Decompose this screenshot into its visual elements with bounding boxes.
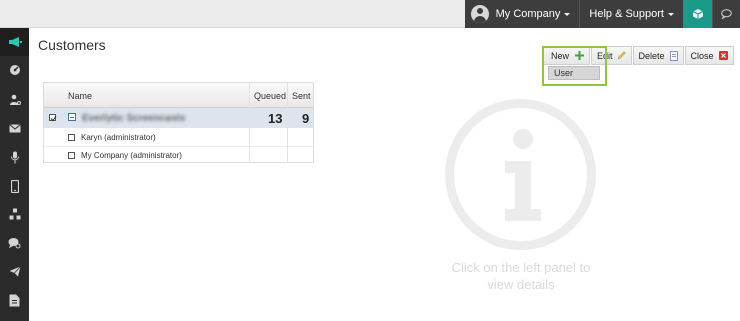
- column-divider: [249, 83, 250, 162]
- company-menu-button[interactable]: My Company: [464, 0, 581, 28]
- delete-label: Delete: [638, 50, 665, 61]
- document-delete-icon: [669, 50, 678, 61]
- table-row[interactable]: Karyn (administrator): [44, 128, 313, 147]
- new-button[interactable]: New: [542, 46, 591, 65]
- page-title: Customers: [38, 37, 106, 53]
- row-checkbox[interactable]: [68, 152, 75, 159]
- delete-button[interactable]: Delete: [632, 46, 684, 65]
- collapse-toggle[interactable]: [68, 113, 76, 121]
- top-bar-actions: My Company Help & Support: [464, 0, 740, 28]
- header-name[interactable]: Name: [68, 83, 92, 108]
- sidebar-item-sms[interactable]: [0, 172, 29, 200]
- mobile-phone-icon: [10, 179, 19, 193]
- caret-down-icon: [668, 12, 674, 16]
- sidebar-item-send[interactable]: [0, 257, 29, 285]
- megaphone-icon: [8, 37, 22, 47]
- chat-button[interactable]: [712, 0, 740, 28]
- sidebar-item-social[interactable]: [0, 229, 29, 257]
- sidebar: [0, 28, 29, 321]
- top-bar: My Company Help & Support: [0, 0, 740, 28]
- paper-plane-icon: [9, 265, 21, 276]
- help-support-button[interactable]: Help & Support: [580, 0, 683, 28]
- row-name: My Company (administrator): [81, 150, 182, 160]
- sidebar-item-voice[interactable]: [0, 143, 29, 171]
- checkbox[interactable]: [49, 114, 57, 122]
- group-name: Everlytic Screencasts: [82, 112, 186, 124]
- header-sent[interactable]: Sent: [292, 83, 311, 108]
- pencil-icon: [617, 51, 626, 60]
- row-name: Karyn (administrator): [81, 132, 156, 142]
- customers-grid: Name Queued Sent Everlytic Screencasts 1…: [43, 82, 314, 163]
- group-queued: 13: [268, 110, 283, 126]
- column-divider: [287, 83, 288, 162]
- group-row[interactable]: Everlytic Screencasts 13 9: [44, 108, 313, 128]
- close-button[interactable]: Close: [684, 46, 734, 65]
- row-checkbox[interactable]: [68, 134, 75, 141]
- document-report-icon: [9, 294, 20, 306]
- close-label: Close: [690, 50, 714, 61]
- user-key-icon: [9, 94, 21, 105]
- sidebar-item-reports[interactable]: [0, 286, 29, 314]
- dashboard-gauge-icon: [9, 65, 20, 75]
- info-icon: [445, 99, 596, 250]
- chat-gear-icon: [8, 238, 21, 249]
- group-sent: 9: [302, 110, 310, 126]
- sidebar-item-users[interactable]: [0, 86, 29, 114]
- header-queued[interactable]: Queued: [254, 83, 286, 108]
- action-toolbar: New Edit Delete Close: [542, 46, 734, 65]
- info-line-1: Click on the left panel to: [451, 260, 591, 275]
- table-row[interactable]: My Company (administrator): [44, 147, 313, 163]
- envelope-icon: [8, 123, 21, 132]
- dropdown-item-label: User: [554, 68, 574, 78]
- checkmark-icon: [50, 115, 57, 122]
- edit-button[interactable]: Edit: [591, 46, 632, 65]
- sidebar-item-campaigns[interactable]: [0, 28, 29, 56]
- new-dropdown-item-user[interactable]: User: [548, 66, 600, 80]
- plus-icon: [575, 51, 585, 60]
- caret-down-icon: [564, 12, 571, 16]
- sidebar-item-email[interactable]: [0, 114, 29, 142]
- grid-header: Name Queued Sent: [44, 83, 313, 108]
- avatar-icon: [470, 5, 489, 23]
- sidebar-item-dashboard[interactable]: [0, 56, 29, 84]
- cube-button[interactable]: [683, 0, 712, 28]
- new-label: New: [551, 50, 570, 61]
- edit-label: Edit: [597, 50, 613, 61]
- chat-bubble-icon: [721, 9, 732, 19]
- cube-icon: [692, 9, 703, 19]
- info-line-2: view details: [487, 277, 555, 292]
- help-label: Help & Support: [589, 8, 664, 20]
- company-label: My Company: [495, 8, 561, 20]
- minus-box-icon: [68, 113, 76, 121]
- hierarchy-icon: [9, 208, 20, 220]
- microphone-icon: [10, 151, 19, 163]
- info-message: Click on the left panel to view details: [434, 259, 608, 293]
- close-icon: [718, 51, 728, 60]
- sidebar-item-structure[interactable]: [0, 200, 29, 228]
